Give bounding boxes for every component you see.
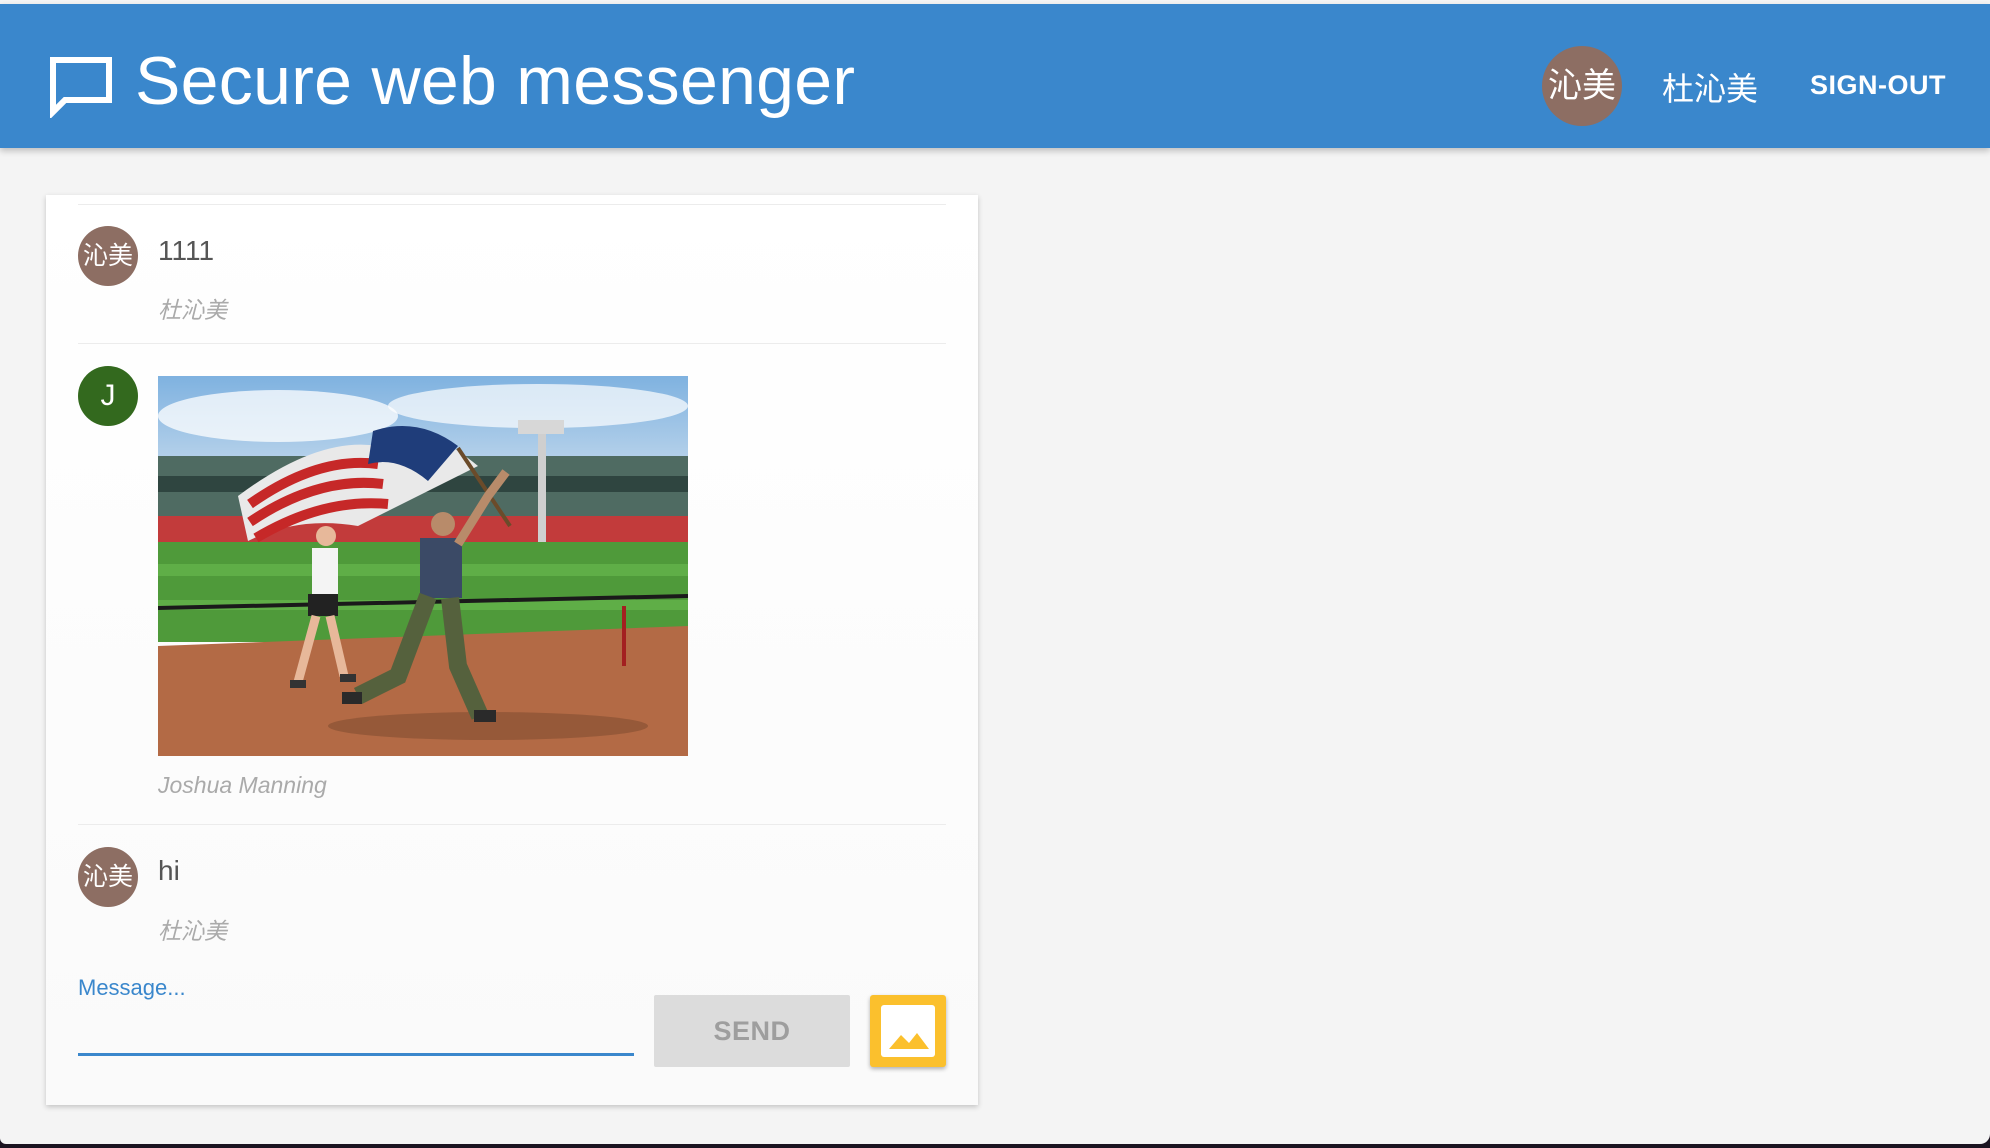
message-text: hi — [158, 855, 180, 886]
message-author: 杜沁美 — [158, 918, 227, 944]
chat-bubble-icon — [49, 56, 113, 120]
top-bar: Secure web messenger 沁美 杜沁美 SIGN-OUT — [0, 4, 1990, 148]
message-author: 杜沁美 — [158, 297, 227, 323]
user-name: 杜沁美 — [1662, 70, 1759, 108]
message-image[interactable] — [158, 376, 688, 756]
user-avatar: 沁美 — [1542, 46, 1622, 126]
divider — [78, 343, 946, 344]
page-title: Secure web messenger — [135, 43, 856, 119]
image-icon — [881, 1033, 935, 1057]
message-text: 1111 — [158, 235, 215, 266]
avatar: J — [78, 366, 138, 426]
avatar: 沁美 — [78, 226, 138, 286]
send-button[interactable]: SEND — [654, 995, 850, 1067]
message-author: Joshua Manning — [158, 772, 327, 798]
upload-image-button[interactable] — [870, 995, 946, 1067]
message-input[interactable] — [78, 1005, 634, 1045]
sign-out-button[interactable]: SIGN-OUT — [1810, 70, 1946, 101]
message-field-label: Message... — [78, 975, 186, 1000]
messages-card: 沁美 1111 杜沁美 J Joshua Manning 沁美 hi 杜沁美 M… — [46, 195, 978, 1105]
divider — [78, 824, 946, 825]
divider — [78, 204, 946, 205]
avatar: 沁美 — [78, 847, 138, 907]
message-input-underline — [78, 1053, 634, 1056]
app-window: Secure web messenger 沁美 杜沁美 SIGN-OUT 沁美 … — [0, 0, 1990, 1144]
